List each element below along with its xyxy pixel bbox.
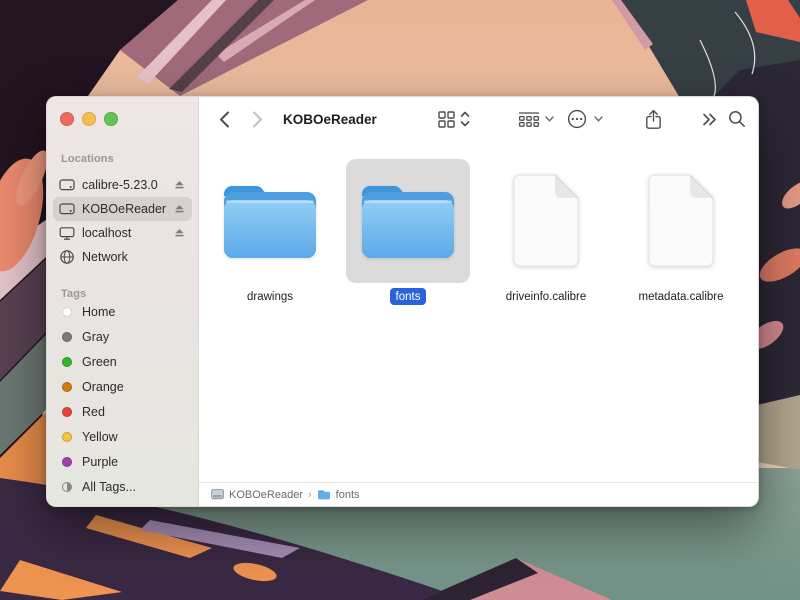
path-separator: › (308, 489, 312, 501)
tags-header: Tags (61, 288, 86, 300)
sidebar-item-koboereader[interactable]: KOBOeReader (53, 197, 192, 221)
file-name-label: driveinfo.calibre (500, 288, 593, 305)
tag-dot-icon (59, 407, 75, 417)
forward-button[interactable] (252, 97, 263, 141)
folder-icon (218, 180, 322, 262)
view-mode-stepper-icon[interactable] (460, 97, 470, 141)
actions-dropdown-chevron-icon[interactable] (594, 97, 603, 141)
file-name-label: metadata.calibre (632, 288, 729, 305)
file-browser-content: drawings fonts (199, 141, 758, 482)
tag-label: Red (82, 405, 186, 419)
eject-icon[interactable] (174, 204, 186, 214)
tag-dot-icon (59, 332, 75, 342)
tag-label: Orange (82, 380, 186, 394)
path-crumb-label: fonts (336, 489, 360, 501)
window-controls (60, 112, 118, 126)
tag-dot-icon (59, 457, 75, 467)
tag-dot-icon (59, 382, 75, 392)
share-icon (645, 109, 662, 130)
locations-header: Locations (61, 153, 114, 165)
sidebar-tag-all-tags[interactable]: All Tags... (53, 475, 192, 499)
sidebar-tag-purple[interactable]: Purple (53, 450, 192, 474)
display-icon (59, 226, 75, 241)
minimize-button[interactable] (82, 112, 96, 126)
close-button[interactable] (60, 112, 74, 126)
sidebar-tag-home[interactable]: Home (53, 300, 192, 324)
grid-view-icon (438, 111, 455, 128)
sidebar-item-calibre[interactable]: calibre-5.23.0 (53, 173, 192, 197)
share-button[interactable] (645, 97, 662, 141)
window-title: KOBOeReader (283, 97, 377, 141)
file-item-fonts[interactable]: fonts (346, 159, 470, 305)
tag-dot-icon (59, 307, 75, 317)
sidebar-item-localhost[interactable]: localhost (53, 221, 192, 245)
sidebar-tag-green[interactable]: Green (53, 350, 192, 374)
ellipsis-circle-icon (567, 109, 587, 129)
sidebar-tag-orange[interactable]: Orange (53, 375, 192, 399)
zoom-button[interactable] (104, 112, 118, 126)
main-pane: KOBOeReader (199, 97, 758, 506)
toolbar-overflow-button[interactable] (702, 97, 717, 141)
group-icon (518, 111, 540, 127)
more-actions-button[interactable] (567, 97, 587, 141)
path-bar: KOBOeReader › fonts (199, 482, 758, 506)
file-name-label: fonts (390, 288, 427, 305)
external-drive-icon (59, 178, 75, 192)
folder-icon (356, 180, 460, 262)
file-name-label: drawings (241, 288, 299, 305)
file-item-driveinfo[interactable]: driveinfo.calibre (484, 159, 608, 305)
sidebar-item-label: KOBOeReader (82, 202, 167, 216)
tag-label: Home (82, 305, 186, 319)
tag-label: Yellow (82, 430, 186, 444)
path-crumb-current[interactable]: fonts (317, 489, 360, 501)
tag-label: All Tags... (82, 480, 186, 494)
globe-icon (59, 249, 75, 265)
file-item-metadata[interactable]: metadata.calibre (619, 159, 743, 305)
finder-window: Locations calibre-5.23.0 KOBOeReader (46, 96, 759, 507)
desktop: Locations calibre-5.23.0 KOBOeReader (0, 0, 800, 600)
search-icon (728, 110, 746, 128)
drive-small-icon (211, 489, 224, 500)
tag-dot-icon (59, 432, 75, 442)
path-crumb-root[interactable]: KOBOeReader (211, 489, 303, 501)
sidebar: Locations calibre-5.23.0 KOBOeReader (47, 97, 199, 506)
sidebar-tag-red[interactable]: Red (53, 400, 192, 424)
sidebar-item-label: localhost (82, 226, 167, 240)
group-button[interactable] (518, 97, 540, 141)
folder-small-icon (317, 489, 331, 500)
tag-label: Gray (82, 330, 186, 344)
external-drive-icon (59, 202, 75, 216)
sidebar-item-label: Network (82, 250, 186, 264)
eject-icon[interactable] (174, 228, 186, 238)
tag-label: Green (82, 355, 186, 369)
group-dropdown-chevron-icon[interactable] (545, 97, 554, 141)
document-icon (507, 170, 585, 273)
eject-icon[interactable] (174, 180, 186, 190)
back-button[interactable] (219, 97, 230, 141)
tag-dot-icon (59, 357, 75, 367)
path-crumb-label: KOBOeReader (229, 489, 303, 501)
sidebar-item-label: calibre-5.23.0 (82, 178, 167, 192)
sidebar-tag-yellow[interactable]: Yellow (53, 425, 192, 449)
selection-highlight (346, 159, 470, 283)
file-item-drawings[interactable]: drawings (208, 159, 332, 305)
search-button[interactable] (728, 97, 746, 141)
toolbar: KOBOeReader (199, 97, 758, 141)
tag-label: Purple (82, 455, 186, 469)
all-tags-icon (59, 482, 75, 492)
sidebar-item-network[interactable]: Network (53, 245, 192, 269)
sidebar-tag-gray[interactable]: Gray (53, 325, 192, 349)
double-chevron-icon (702, 113, 717, 126)
view-mode-button[interactable] (438, 97, 455, 141)
document-icon (642, 170, 720, 273)
